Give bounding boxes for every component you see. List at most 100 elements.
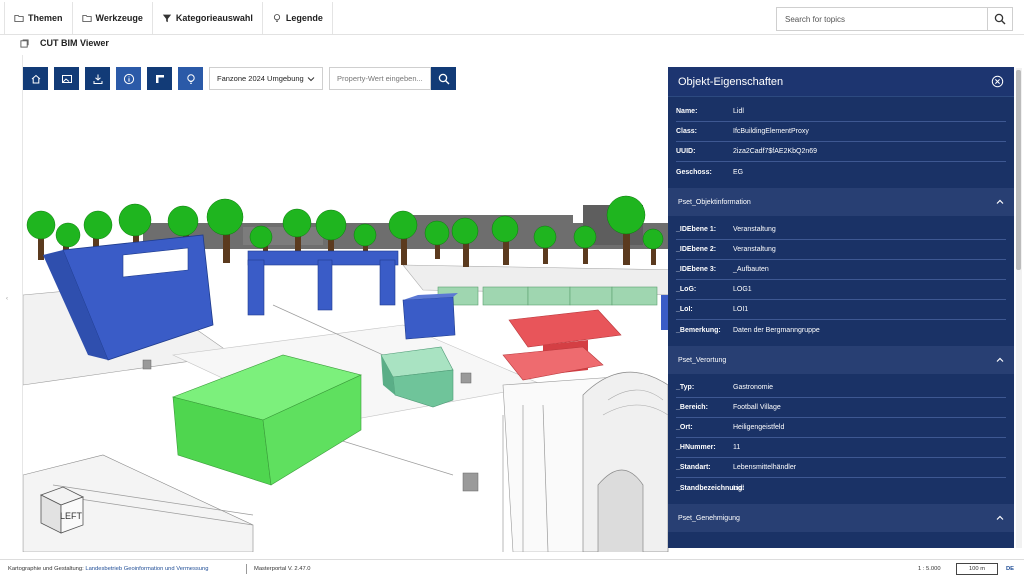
resize-handle[interactable]: ‹ (6, 296, 8, 302)
property-value: _Aufbauten (733, 266, 769, 273)
lightbulb-icon (273, 14, 280, 22)
property-value: 11 (733, 444, 741, 451)
property-value: Gastronomie (733, 384, 774, 391)
folder-icon (81, 15, 92, 22)
map-scale[interactable]: 1 : 5.000 (918, 566, 941, 572)
property-key: Name: (676, 108, 698, 115)
property-key: _IDEbene 2: (676, 246, 717, 253)
property-row: _IDEbene 1: Veranstaltung (676, 220, 1006, 240)
close-icon[interactable] (991, 75, 1004, 88)
arch-hall (582, 371, 669, 552)
section-title: Pset_Genehmigung (678, 514, 740, 522)
property-key: _IDEbene 1: (676, 226, 717, 233)
property-value: LOI1 (733, 306, 749, 313)
section-rows: _IDEbene 1: Veranstaltung _IDEbene 2: Vera… (668, 216, 1014, 340)
property-row: _Bereich: Football Village (676, 398, 1006, 418)
menu-item-label: Werkzeuge (95, 13, 143, 23)
main-menu: Themen Werkzeuge Kategorieauswahl Legend… (4, 2, 333, 34)
section-rows: _Typ: Gastronomie _Bereich: Football Villa… (668, 374, 1014, 498)
image-icon (61, 74, 72, 83)
section-pset-genehmigung[interactable]: Pset_Genehmigung (668, 504, 1014, 532)
property-value: Lidl (733, 484, 744, 492)
property-key: UUID: (676, 148, 696, 155)
legend-button[interactable] (178, 67, 203, 90)
section-pset-verortung[interactable]: Pset_Verortung (668, 346, 1014, 374)
property-value: Daten der Bergmanngruppe (733, 326, 820, 334)
download-icon (93, 74, 102, 84)
property-value: Lebensmittelhändler (733, 464, 797, 471)
chevron-up-icon (996, 515, 1004, 520)
property-row: _Standart: Lebensmittelhändler (676, 458, 1006, 478)
property-key: _Ort: (676, 424, 693, 431)
property-value: 2iza2Cadf7$fAE2KbQ2n69 (733, 148, 818, 155)
view-cube: LEFT (39, 486, 85, 534)
footer-credit-link[interactable]: Landesbetrieb Geoinformation und Vermess… (85, 566, 208, 572)
property-row: _Ort: Heiligengeistfeld (676, 418, 1006, 438)
image-button[interactable] (54, 67, 79, 90)
property-key: _LoI: (676, 306, 693, 313)
property-row: _LoG: LOG1 (676, 280, 1006, 300)
search-input[interactable] (776, 7, 987, 31)
view-cube-label: LEFT (60, 511, 83, 521)
property-value: Veranstaltung (733, 226, 776, 233)
blue-gate (247, 250, 399, 316)
footer-credit-label: Kartographie und Gestaltung: (8, 566, 84, 572)
section-button[interactable] (147, 67, 172, 90)
property-key: _Typ: (676, 384, 695, 391)
property-value: Veranstaltung (733, 246, 776, 253)
property-key: _Standbezeichnung: (676, 484, 745, 492)
property-value: Lidl (733, 108, 744, 115)
green-container-row (437, 286, 658, 306)
property-row: _Standbezeichnung: Lidl (676, 478, 1006, 498)
page-title: CUT BIM Viewer (40, 38, 109, 48)
info-icon (123, 73, 134, 84)
page-scrollbar-thumb[interactable] (1016, 70, 1021, 270)
menu-item-werkzeuge[interactable]: Werkzeuge (73, 2, 153, 34)
green-box (172, 354, 362, 486)
section-pset-objektinformation[interactable]: Pset_Objektinformation (668, 188, 1014, 216)
menu-item-label: Themen (28, 13, 63, 23)
topic-search (776, 7, 1013, 31)
window-icon (20, 39, 29, 48)
footer-divider (246, 564, 247, 574)
property-key: _IDEbene 3: (676, 266, 717, 273)
property-value: IfcBuildingElementProxy (733, 128, 809, 135)
property-key: _Standart: (676, 464, 711, 471)
scale-bar: 100 m (956, 563, 998, 575)
top-menu-bar: Themen Werkzeuge Kategorieauswahl Legend… (0, 0, 1024, 35)
panel-title: Objekt-Eigenschaften (678, 75, 784, 88)
property-search-button[interactable] (431, 67, 456, 90)
language-switch[interactable]: DE (1006, 566, 1014, 572)
home-button[interactable] (23, 67, 48, 90)
menu-item-themen[interactable]: Themen (4, 2, 73, 34)
property-row: Class: IfcBuildingElementProxy (676, 122, 1006, 142)
property-row: Name: Lidl (676, 102, 1006, 122)
property-row: _HNummer: 11 (676, 438, 1006, 458)
red-stand (502, 309, 622, 381)
chevron-down-icon (307, 76, 315, 81)
menu-item-label: Kategorieauswahl (175, 13, 253, 23)
property-value: EG (733, 168, 744, 176)
property-key: _Bereich: (676, 404, 708, 411)
menu-item-kategorieauswahl[interactable]: Kategorieauswahl (153, 2, 263, 34)
menu-item-label: Legende (285, 13, 323, 23)
object-properties-panel: Objekt-Eigenschaften Name: Lidl Class: Ifc… (668, 67, 1014, 548)
main-attributes: Name: Lidl Class: IfcBuildingElementProxy … (668, 97, 1014, 182)
section-title: Pset_Objektinformation (678, 198, 751, 206)
property-row: _LoI: LOI1 (676, 300, 1006, 320)
menu-item-legende[interactable]: Legende (263, 2, 333, 34)
property-key: _Bemerkung: (676, 326, 721, 334)
search-button[interactable] (987, 7, 1013, 31)
property-value-input[interactable] (329, 67, 431, 90)
blue-cube (402, 293, 458, 340)
info-button[interactable] (116, 67, 141, 90)
model-select-value: Fanzone 2024 Umgebung (217, 74, 304, 83)
export-button[interactable] (85, 67, 110, 90)
section-title: Pset_Verortung (678, 356, 727, 364)
home-icon (31, 74, 40, 83)
filter-icon (162, 14, 172, 23)
model-select[interactable]: Fanzone 2024 Umgebung (209, 67, 323, 90)
property-key: _LoG: (676, 286, 697, 293)
section-icon (155, 74, 164, 83)
property-value: Heiligengeistfeld (733, 424, 785, 431)
